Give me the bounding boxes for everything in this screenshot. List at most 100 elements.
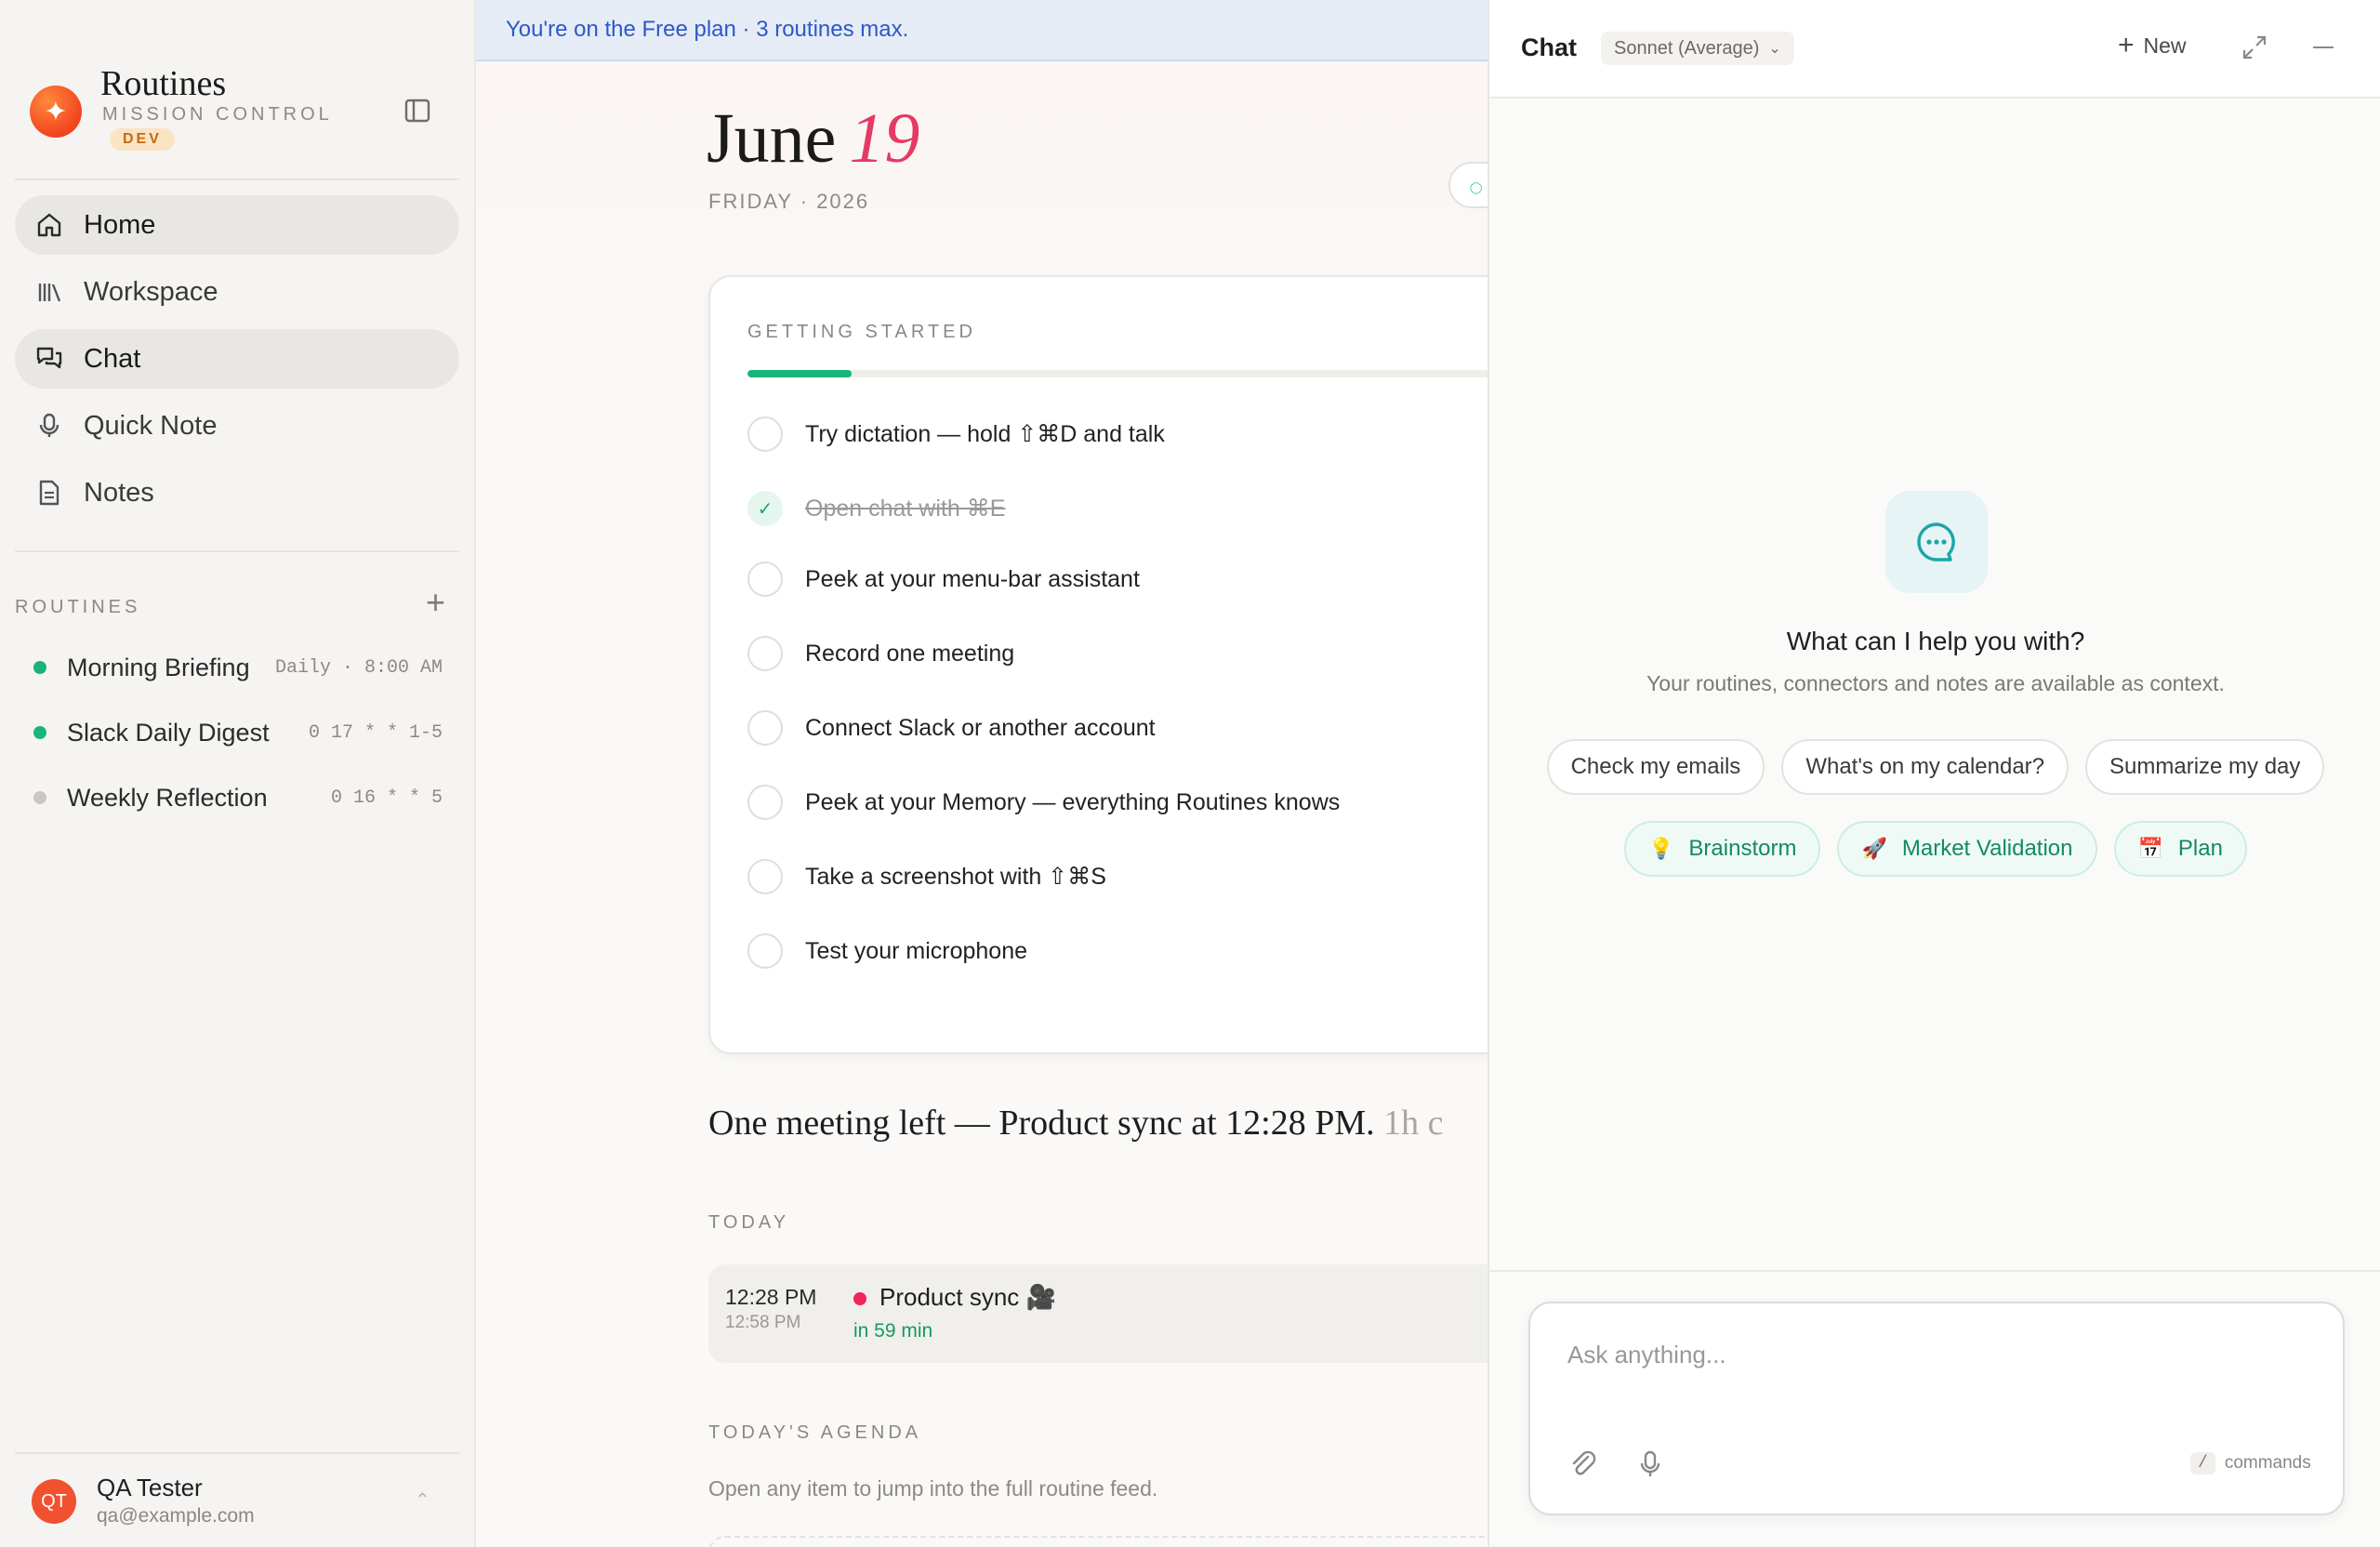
routine-item[interactable]: Slack Daily Digest 0 17 * * 1-5 bbox=[33, 712, 443, 753]
chat-title: Chat bbox=[1521, 33, 1577, 61]
routine-name: Weekly Reflection bbox=[67, 783, 268, 812]
checklist-label: Test your microphone bbox=[805, 937, 1028, 964]
checklist-item[interactable]: Take a screenshot with ⇧⌘S bbox=[747, 853, 1488, 900]
chevron-up-icon: ⌃ bbox=[415, 1490, 430, 1511]
today-label: TODAY bbox=[708, 1212, 790, 1233]
checkbox[interactable] bbox=[747, 636, 783, 671]
divider bbox=[15, 550, 459, 552]
checklist-label: Take a screenshot with ⇧⌘S bbox=[805, 864, 1106, 890]
page-title: June 19 bbox=[707, 99, 919, 179]
routine-schedule: 0 16 * * 5 bbox=[330, 787, 443, 809]
live-dot bbox=[853, 1292, 866, 1305]
event-end: 12:58 PM bbox=[725, 1313, 801, 1332]
routine-schedule: 0 17 * * 1-5 bbox=[308, 721, 443, 744]
plus-icon: + bbox=[2118, 30, 2135, 60]
routines-section-label: ROUTINES bbox=[15, 597, 141, 617]
checklist-label: Open chat with ⌘E bbox=[805, 496, 1006, 522]
checkbox[interactable] bbox=[747, 785, 783, 820]
routine-item[interactable]: Morning Briefing Daily · 8:00 AM bbox=[33, 647, 443, 688]
checklist-item[interactable]: Record one meeting bbox=[747, 630, 1488, 677]
mode-chip-market-validation[interactable]: 🚀 Market Validation bbox=[1837, 821, 2097, 877]
status-chip[interactable]: ◌ bbox=[1448, 162, 1488, 208]
add-routine-button[interactable]: + bbox=[426, 584, 445, 621]
nav-label: Home bbox=[84, 209, 156, 240]
avatar: QT bbox=[32, 1479, 76, 1524]
calendar-icon: 📅 bbox=[2137, 837, 2163, 860]
checkbox[interactable] bbox=[747, 933, 783, 969]
nav-label: Chat bbox=[84, 343, 141, 374]
checkbox[interactable] bbox=[747, 416, 783, 452]
nav-item-workspace[interactable]: Workspace bbox=[15, 262, 459, 322]
model-select[interactable]: Sonnet (Average) ⌄ bbox=[1601, 32, 1794, 65]
checklist-item[interactable]: Connect Slack or another account bbox=[747, 705, 1488, 751]
status-dot bbox=[33, 661, 46, 674]
divider bbox=[1489, 1270, 2380, 1272]
new-chat-button[interactable]: + New bbox=[2118, 32, 2187, 60]
agenda-subtitle: Open any item to jump into the full rout… bbox=[708, 1476, 1158, 1501]
commands-label: commands bbox=[2224, 1453, 2311, 1473]
meeting-summary-muted: 1h c bbox=[1383, 1104, 1444, 1143]
microphone-icon[interactable] bbox=[1634, 1448, 1666, 1480]
commands-key: / bbox=[2190, 1452, 2215, 1474]
checkbox[interactable] bbox=[747, 710, 783, 746]
checklist-item[interactable]: Peek at your Memory — everything Routine… bbox=[747, 779, 1488, 826]
user-email: qa@example.com bbox=[97, 1505, 255, 1527]
chat-input[interactable] bbox=[1567, 1341, 2293, 1369]
nav-label: Quick Note bbox=[84, 410, 218, 441]
check-circle-icon: ◌ bbox=[1469, 173, 1484, 201]
agenda-placeholder bbox=[708, 1536, 1488, 1547]
model-label: Sonnet (Average) bbox=[1614, 37, 1760, 59]
check-icon[interactable]: ✓ bbox=[747, 491, 783, 526]
routine-item[interactable]: Weekly Reflection 0 16 * * 5 bbox=[33, 777, 443, 818]
progress-bar bbox=[747, 370, 1488, 377]
minimize-icon[interactable] bbox=[2313, 46, 2334, 48]
nav-label: Workspace bbox=[84, 276, 218, 307]
mode-chip-brainstorm[interactable]: 💡 Brainstorm bbox=[1624, 821, 1821, 877]
nav-item-home[interactable]: Home bbox=[15, 195, 459, 255]
expand-icon[interactable] bbox=[2241, 33, 2268, 61]
sidebar-toggle-icon[interactable] bbox=[403, 97, 431, 125]
event-start: 12:28 PM bbox=[725, 1285, 817, 1309]
rocket-icon: 🚀 bbox=[1861, 837, 1887, 860]
sparkle-icon: ✦ bbox=[30, 86, 82, 138]
checklist-item[interactable]: Try dictation — hold ⇧⌘D and talk bbox=[747, 411, 1488, 457]
divider bbox=[15, 178, 459, 180]
document-icon bbox=[33, 477, 65, 509]
chat-panel: Chat Sonnet (Average) ⌄ + New What can I… bbox=[1488, 0, 2380, 1547]
new-chat-label: New bbox=[2143, 33, 2187, 58]
calendar-event[interactable]: 12:28 PM 12:58 PM Product sync 🎥 in 59 m… bbox=[708, 1264, 1488, 1363]
sidebar: ✦ Routines MISSION CONTROL DEV Home Work… bbox=[0, 0, 476, 1547]
suggestion-chip[interactable]: Summarize my day bbox=[2085, 739, 2325, 795]
event-relative: in 59 min bbox=[853, 1320, 933, 1342]
meeting-summary: One meeting left — Product sync at 12:28… bbox=[708, 1103, 1444, 1144]
plan-banner[interactable]: You're on the Free plan · 3 routines max… bbox=[476, 0, 1488, 61]
routine-name: Slack Daily Digest bbox=[67, 718, 270, 747]
mode-label: Market Validation bbox=[1901, 836, 2073, 861]
home-main: You're on the Free plan · 3 routines max… bbox=[476, 0, 1488, 1547]
status-dot bbox=[33, 791, 46, 804]
user-name: QA Tester bbox=[97, 1474, 203, 1501]
env-badge: DEV bbox=[110, 128, 175, 151]
suggestion-chip[interactable]: Check my emails bbox=[1546, 739, 1765, 795]
brand: ✦ Routines MISSION CONTROL DEV bbox=[30, 61, 439, 164]
brand-subtitle: MISSION CONTROL bbox=[102, 104, 333, 125]
nav-item-notes[interactable]: Notes bbox=[15, 463, 459, 522]
nav-item-chat[interactable]: Chat bbox=[15, 329, 459, 389]
nav-item-quick-note[interactable]: Quick Note bbox=[15, 396, 459, 456]
checklist-label: Connect Slack or another account bbox=[805, 714, 1156, 741]
checklist-item[interactable]: ✓ Open chat with ⌘E bbox=[747, 485, 1488, 532]
checklist-item[interactable]: Peek at your menu-bar assistant bbox=[747, 556, 1488, 602]
paperclip-icon[interactable] bbox=[1567, 1448, 1599, 1480]
checkbox[interactable] bbox=[747, 859, 783, 894]
mode-chips: 💡 Brainstorm 🚀 Market Validation 📅 Plan bbox=[1489, 821, 2380, 877]
chat-header: Chat Sonnet (Average) ⌄ + New bbox=[1489, 0, 2380, 99]
mode-chip-plan[interactable]: 📅 Plan bbox=[2113, 821, 2247, 877]
routine-schedule: Daily · 8:00 AM bbox=[274, 656, 443, 679]
meeting-summary-text: One meeting left — Product sync at 12:28… bbox=[708, 1104, 1375, 1143]
user-menu[interactable]: QT QA Tester qa@example.com ⌃ bbox=[15, 1455, 459, 1539]
checklist-item[interactable]: Test your microphone bbox=[747, 928, 1488, 974]
checklist-label: Peek at your Memory — everything Routine… bbox=[805, 788, 1341, 815]
checkbox[interactable] bbox=[747, 562, 783, 597]
date-day: 19 bbox=[849, 99, 920, 178]
suggestion-chip[interactable]: What's on my calendar? bbox=[1781, 739, 2069, 795]
